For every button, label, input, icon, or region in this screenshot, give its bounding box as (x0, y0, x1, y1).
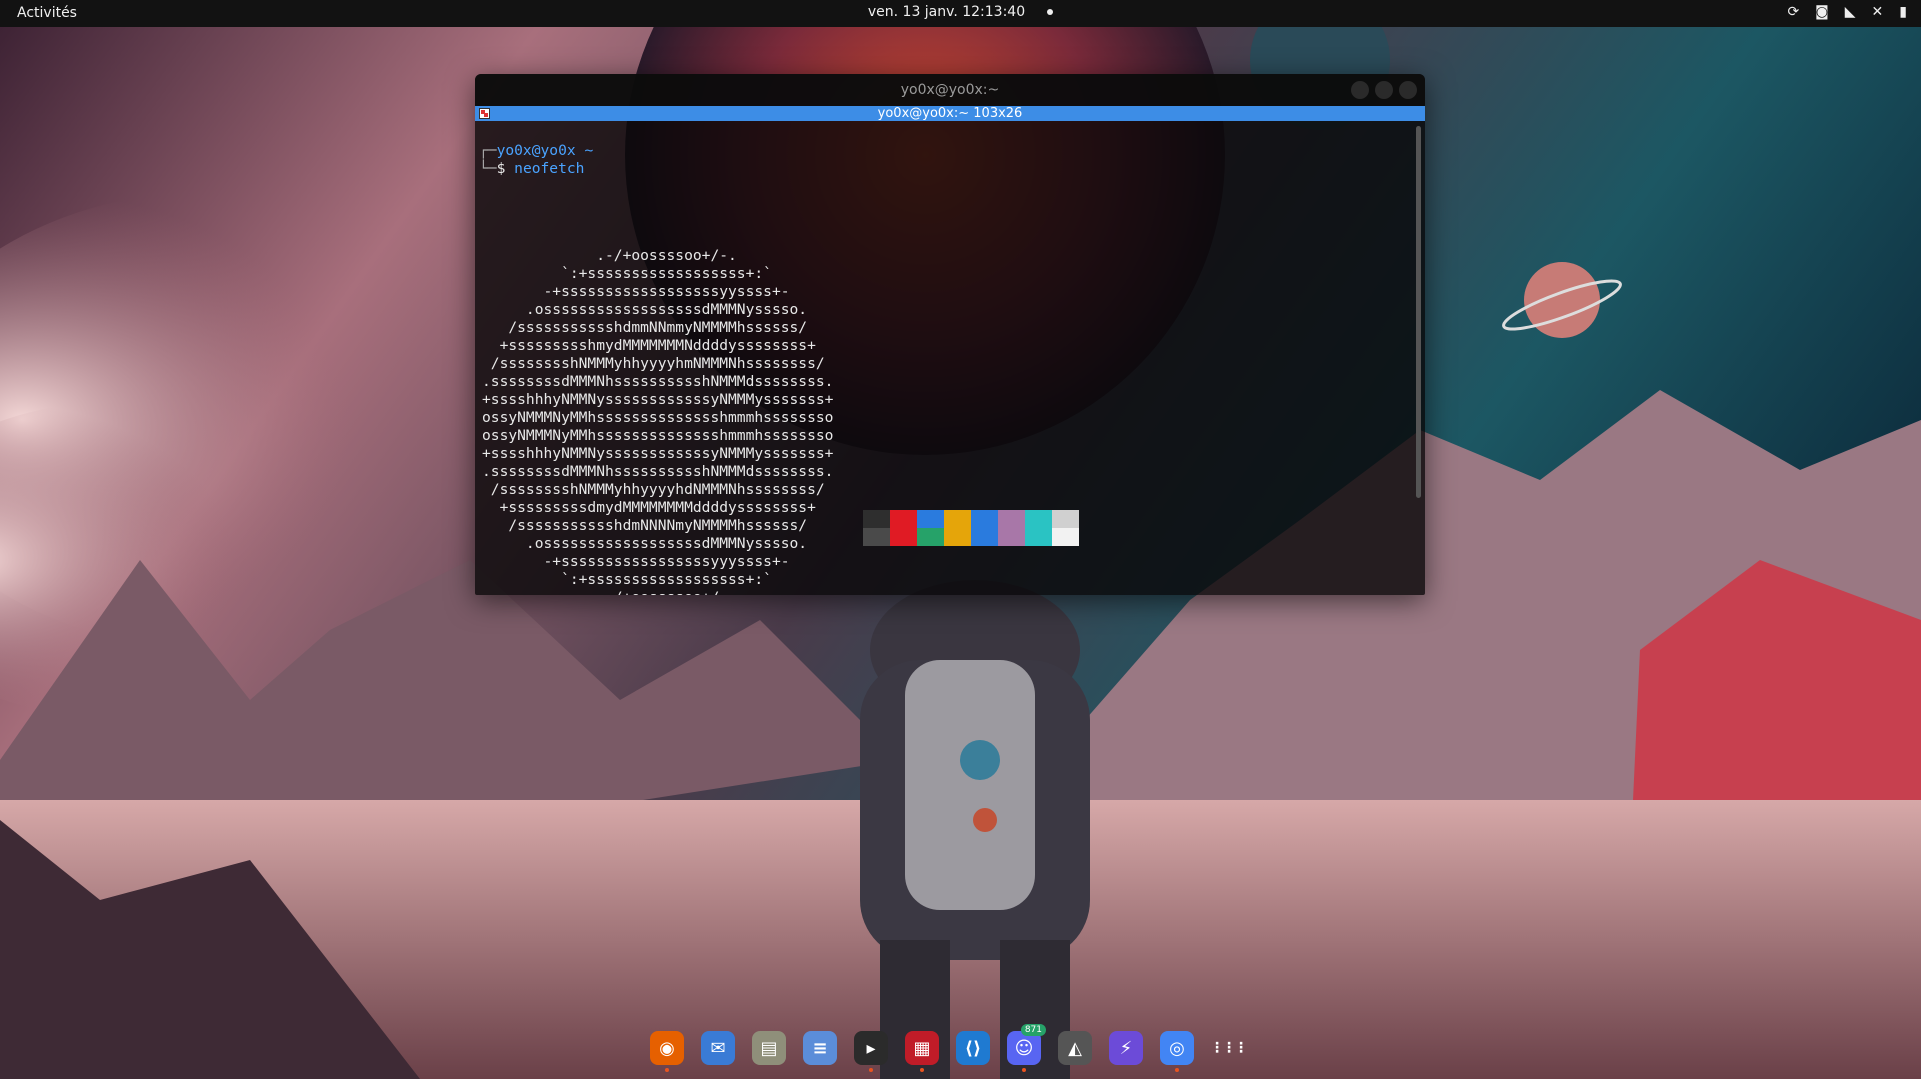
dock-inkscape-like[interactable]: ◭ (1058, 1031, 1092, 1065)
dock-thunderbird[interactable]: ✉ (701, 1031, 735, 1065)
close-icon[interactable] (1399, 81, 1417, 99)
top-panel: Activités ven. 13 janv. 12:13:40 ⟳ ◙ ◣ ✕… (0, 0, 1921, 27)
app-grid-icon: ⋮⋮⋮ (1210, 1040, 1248, 1056)
system-tray[interactable]: ⟳ ◙ ◣ ✕ ▮ (1787, 4, 1907, 20)
ascii-line: +sssshhhyNMMNyssssssssssssyNMMMysssssss+ (482, 445, 834, 462)
window-titlebar[interactable]: yo0x@yo0x:~ (475, 74, 1425, 106)
swatch-bottom (917, 528, 944, 546)
color-swatch (917, 510, 944, 546)
dock-text-editor[interactable]: ≡ (803, 1031, 837, 1065)
swatch-top (998, 510, 1025, 528)
prompt-symbol: $ (496, 160, 515, 177)
ascii-line: .-/+oossssoo+/-. (482, 247, 737, 264)
update-icon[interactable]: ⟳ (1787, 4, 1799, 20)
app-icon: ◭ (1068, 1037, 1082, 1059)
swatch-top (917, 510, 944, 528)
tab-title: yo0x@yo0x:~ 103x26 (877, 106, 1023, 121)
color-swatch (944, 510, 971, 546)
ascii-line: ossyNMMMNyMMhsssssssssssssshmmmhssssssso (482, 427, 834, 444)
swatch-top (890, 510, 917, 528)
terminal-output[interactable]: ┌─yo0x@yo0x ~ └─$ neofetch (475, 121, 1425, 196)
color-swatch (998, 510, 1025, 546)
prompt-bracket-icon: └─ (479, 160, 497, 177)
color-swatch (1025, 510, 1052, 546)
swatch-top (863, 510, 890, 528)
running-indicator-icon (1022, 1068, 1026, 1072)
running-indicator-icon (1175, 1068, 1179, 1072)
swatch-bottom (1052, 528, 1079, 546)
battery-icon[interactable]: ▮ (1899, 4, 1907, 20)
swatch-top (944, 510, 971, 528)
dock-discord[interactable]: ☺ 871 (1007, 1024, 1046, 1072)
discord-icon[interactable]: ◙ (1815, 4, 1829, 20)
running-indicator-icon (665, 1068, 669, 1072)
swatch-bottom (944, 528, 971, 546)
bolt-icon: ⚡ (1119, 1037, 1133, 1059)
scrollbar[interactable] (1416, 126, 1421, 498)
datetime-label[interactable]: ven. 13 janv. 12:13:40 (868, 4, 1025, 20)
ascii-line: .ssssssssdMMMNhsssssssssshNMMMdssssssss. (482, 463, 834, 480)
dock-show-apps[interactable]: ⋮⋮⋮ (1210, 1031, 1248, 1065)
maximize-icon[interactable] (1375, 81, 1393, 99)
dock-chrome[interactable]: ◎ (1160, 1031, 1194, 1072)
chrome-icon: ◎ (1169, 1037, 1185, 1059)
terminator-icon (479, 108, 490, 119)
dock-document-viewer[interactable]: ▦ (905, 1031, 939, 1072)
color-palette (863, 510, 1079, 546)
terminal-tab[interactable]: yo0x@yo0x:~ 103x26 (475, 106, 1425, 121)
ascii-line: /ssssssssssshdmmNNmmyNMMMMhssssss/ (482, 319, 808, 336)
ascii-line: `:+ssssssssssssssssss+:` (482, 265, 772, 282)
files-icon: ▤ (760, 1037, 778, 1059)
ascii-line: +sssshhhyNMMNyssssssssssssyNMMMysssssss+ (482, 391, 834, 408)
swatch-top (971, 510, 998, 528)
notification-badge: 871 (1020, 1024, 1046, 1036)
terminal-icon: ▸ (866, 1037, 876, 1059)
notification-dot-icon (1047, 9, 1054, 15)
running-indicator-icon (869, 1068, 873, 1072)
vscode-icon: ⟨⟩ (964, 1037, 982, 1059)
terminal-window[interactable]: yo0x@yo0x:~ yo0x@yo0x:~ 103x26 ┌─yo0x@yo… (475, 74, 1425, 595)
ascii-line: -+ssssssssssssssssssyyssss+- (482, 283, 790, 300)
ascii-line: /sssssssshNMMMyhhyyyyhdNMMMNhssssssss/ (482, 481, 825, 498)
ascii-line: .ossssssssssssssssssdMMMNysssso. (482, 301, 808, 318)
ascii-line: `:+ssssssssssssssssss+:` (482, 571, 772, 588)
ascii-line: .ssssssssdMMMNhsssssssssshNMMMdssssssss. (482, 373, 834, 390)
document-viewer-icon: ▦ (913, 1037, 931, 1059)
ascii-line: ossyNMMMNyMMhsssssssssssssshmmmhssssssso (482, 409, 834, 426)
minimize-icon[interactable] (1351, 81, 1369, 99)
swatch-bottom (971, 528, 998, 546)
clock[interactable]: ven. 13 janv. 12:13:40 (0, 4, 1921, 20)
swatch-top (1025, 510, 1052, 528)
dock-files[interactable]: ▤ (752, 1031, 786, 1065)
color-swatch (1052, 510, 1079, 546)
wifi-icon[interactable]: ◣ (1845, 4, 1856, 20)
text-editor-icon: ≡ (812, 1037, 828, 1059)
discord-icon: ☺ (1014, 1037, 1034, 1059)
swatch-top (1052, 510, 1079, 528)
color-swatch (971, 510, 998, 546)
dock-firefox[interactable]: ◉ (650, 1031, 684, 1072)
swatch-bottom (863, 528, 890, 546)
thunderbird-icon: ✉ (710, 1037, 726, 1059)
dock-bolt-app[interactable]: ⚡ (1109, 1031, 1143, 1065)
dock: ◉ ✉ ▤ ≡ ▸ ▦ ⟨⟩ ☺ 871 ◭ ⚡ ◎ ⋮⋮⋮ (650, 1024, 1248, 1072)
window-title: yo0x@yo0x:~ (900, 82, 1000, 98)
ascii-line: -+sssssssssssssssssyyyssss+- (482, 553, 790, 570)
swatch-bottom (1025, 528, 1052, 546)
color-swatch (863, 510, 890, 546)
running-indicator-icon (920, 1068, 924, 1072)
ascii-line: .-/+oossssoo+/-. (482, 589, 1425, 595)
ascii-line: /sssssssshNMMMyhhyyyyhmNMMMNhssssssss/ (482, 355, 825, 372)
command-text: neofetch (514, 160, 585, 177)
dock-vscode[interactable]: ⟨⟩ (956, 1031, 990, 1065)
swatch-bottom (998, 528, 1025, 546)
swatch-bottom (890, 528, 917, 546)
firefox-icon: ◉ (659, 1037, 675, 1059)
mute-icon[interactable]: ✕ (1872, 4, 1884, 20)
dock-terminal[interactable]: ▸ (854, 1031, 888, 1072)
color-swatch (890, 510, 917, 546)
prompt-bracket-icon: ┌─ (479, 142, 497, 159)
prompt-user: yo0x@yo0x ~ (496, 142, 594, 159)
ascii-line: +ssssssssshmydMMMMMMMNddddyssssssss+ (482, 337, 816, 354)
